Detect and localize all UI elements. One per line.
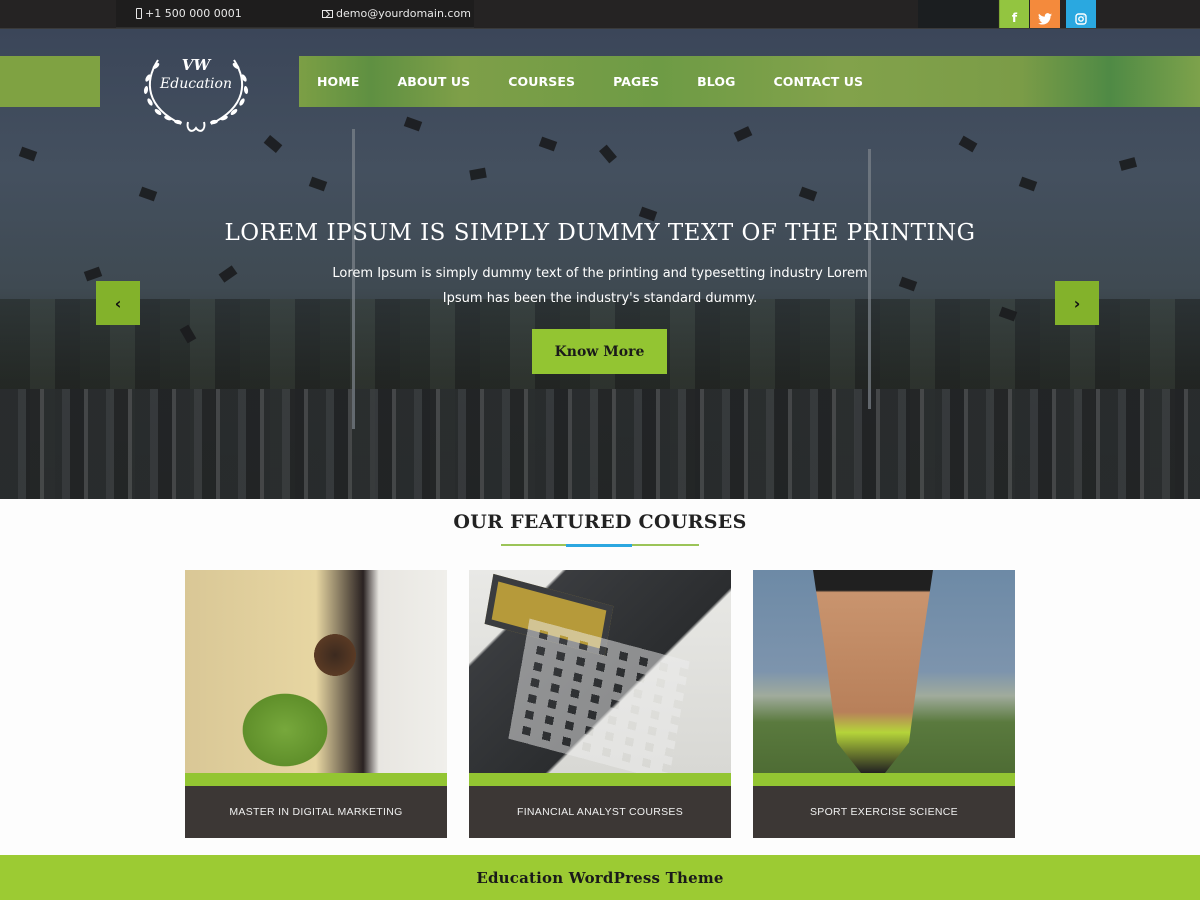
graduation-cap bbox=[599, 144, 617, 164]
nav-item-contact-us[interactable]: CONTACT US bbox=[773, 74, 863, 89]
twitter-icon bbox=[1038, 13, 1052, 25]
phone-contact[interactable]: +1 500 000 0001 bbox=[136, 7, 242, 20]
site-logo[interactable]: VW Education bbox=[136, 52, 256, 132]
top-bar: +1 500 000 0001 demo@yourdomain.com f bbox=[0, 0, 1200, 29]
graduation-cap bbox=[308, 176, 328, 192]
nav-left-accent bbox=[0, 56, 100, 107]
main-navigation: HOME ABOUT US COURSES PAGES BLOG CONTACT… bbox=[299, 56, 1200, 107]
nav-item-courses[interactable]: COURSES bbox=[508, 74, 575, 89]
graduation-cap bbox=[538, 136, 558, 152]
footer-bar: Education WordPress Theme bbox=[0, 855, 1200, 900]
course-card-accent-bar bbox=[469, 773, 731, 786]
email-contact[interactable]: demo@yourdomain.com bbox=[322, 7, 471, 20]
envelope-icon bbox=[322, 9, 333, 18]
hero-title: LOREM IPSUM IS SIMPLY DUMMY TEXT OF THE … bbox=[224, 220, 976, 246]
cyclist-figure bbox=[813, 570, 933, 773]
facebook-link[interactable]: f bbox=[999, 0, 1029, 28]
graduation-cap bbox=[138, 186, 158, 202]
slider-prev-button[interactable]: ‹ bbox=[96, 281, 140, 325]
slider-next-button[interactable]: › bbox=[1055, 281, 1099, 325]
graduation-cap bbox=[218, 265, 238, 283]
nav-item-blog[interactable]: BLOG bbox=[697, 74, 735, 89]
course-title[interactable]: MASTER IN DIGITAL MARKETING bbox=[185, 806, 447, 818]
course-image-cyclist bbox=[753, 570, 1015, 773]
calculator-keys bbox=[508, 618, 690, 782]
graduation-cap bbox=[263, 135, 283, 153]
facebook-icon: f bbox=[1011, 11, 1018, 25]
graduation-cap bbox=[798, 186, 818, 202]
graduation-cap bbox=[898, 276, 918, 292]
hero-background-crowd bbox=[0, 389, 1200, 499]
instagram-icon bbox=[1075, 13, 1087, 25]
course-image-student-studying bbox=[185, 570, 447, 773]
know-more-button[interactable]: Know More bbox=[532, 329, 667, 374]
topbar-spacer bbox=[918, 0, 998, 28]
graduation-cap bbox=[958, 135, 978, 153]
course-card-accent-bar bbox=[753, 773, 1015, 786]
chevron-left-icon: ‹ bbox=[114, 293, 122, 313]
graduation-cap bbox=[1018, 176, 1038, 192]
chevron-right-icon: › bbox=[1073, 293, 1081, 313]
logo-text-education: Education bbox=[160, 76, 232, 92]
course-card[interactable]: FINANCIAL ANALYST COURSES bbox=[469, 570, 731, 838]
course-title[interactable]: SPORT EXERCISE SCIENCE bbox=[753, 806, 1015, 818]
featured-courses-heading: OUR FEATURED COURSES bbox=[453, 511, 747, 533]
mobile-phone-icon bbox=[136, 8, 142, 19]
logo-text-vw: VW bbox=[181, 56, 211, 74]
nav-item-home[interactable]: HOME bbox=[317, 74, 359, 89]
graduation-cap bbox=[469, 167, 487, 181]
graduation-cap bbox=[83, 266, 103, 282]
nav-item-pages[interactable]: PAGES bbox=[613, 74, 659, 89]
course-card-accent-bar bbox=[185, 773, 447, 786]
graduation-cap bbox=[1118, 157, 1138, 171]
course-card[interactable]: SPORT EXERCISE SCIENCE bbox=[753, 570, 1015, 838]
graduation-cap bbox=[403, 116, 423, 132]
graduation-cap bbox=[18, 146, 38, 162]
nav-item-about-us[interactable]: ABOUT US bbox=[397, 74, 470, 89]
graduation-cap bbox=[733, 126, 753, 142]
heading-underline bbox=[501, 544, 699, 547]
hero-description: Lorem Ipsum is simply dummy text of the … bbox=[332, 266, 868, 306]
course-card[interactable]: MASTER IN DIGITAL MARKETING bbox=[185, 570, 447, 838]
footer-text: Education WordPress Theme bbox=[476, 868, 724, 887]
course-title[interactable]: FINANCIAL ANALYST COURSES bbox=[469, 806, 731, 818]
heading-underline-accent bbox=[566, 544, 632, 547]
course-image-calculator bbox=[469, 570, 731, 782]
phone-number: +1 500 000 0001 bbox=[145, 7, 242, 20]
twitter-link[interactable] bbox=[1030, 0, 1060, 28]
instagram-link[interactable] bbox=[1066, 0, 1096, 28]
email-address: demo@yourdomain.com bbox=[336, 7, 471, 20]
